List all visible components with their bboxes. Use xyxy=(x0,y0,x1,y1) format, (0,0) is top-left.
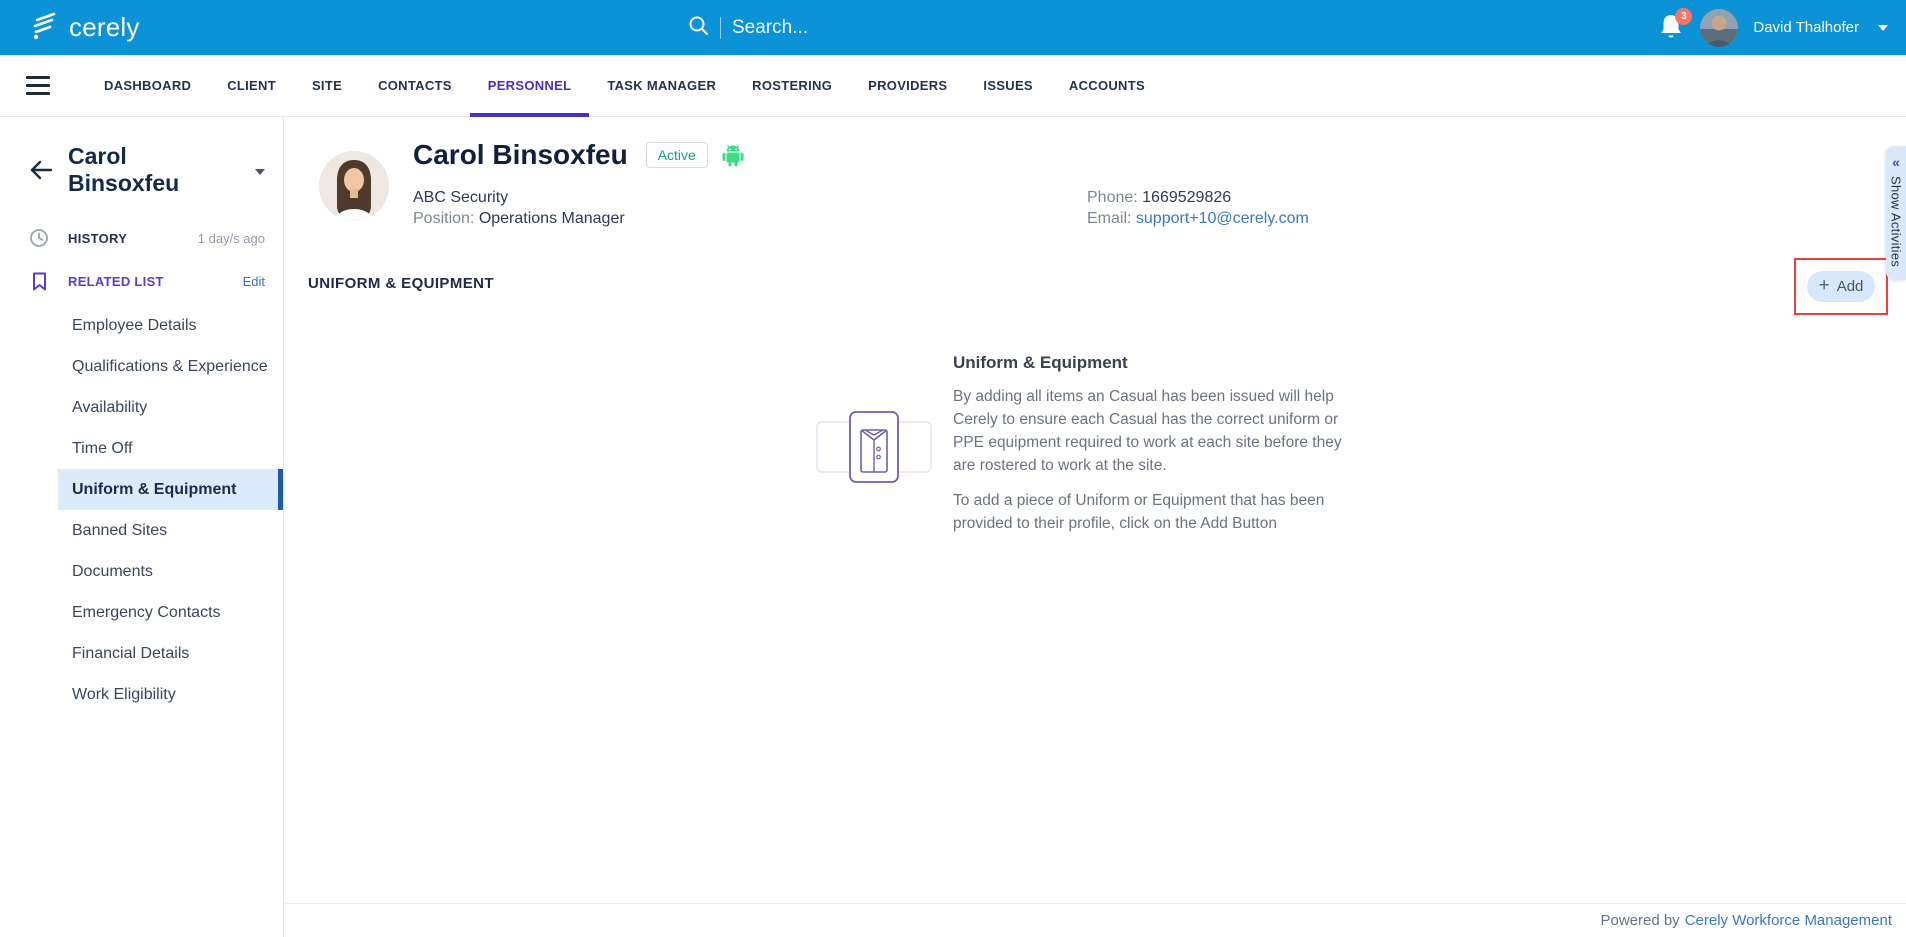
empty-state-title: Uniform & Equipment xyxy=(953,353,1128,372)
person-switch-caret-icon[interactable] xyxy=(255,168,265,175)
search-icon xyxy=(688,15,709,41)
tab-client[interactable]: CLIENT xyxy=(209,55,294,116)
profile-name-row: Carol Binsoxfeu Active xyxy=(413,139,744,171)
sidebar-item-employee-details[interactable]: Employee Details xyxy=(0,305,283,346)
email-link[interactable]: support+10@cerely.com xyxy=(1136,210,1309,227)
empty-state: Uniform & Equipment By adding all items … xyxy=(953,353,1353,535)
bookmark-icon xyxy=(28,272,50,291)
hamburger-menu-icon[interactable] xyxy=(26,55,50,116)
user-avatar[interactable] xyxy=(1700,8,1739,47)
user-menu-caret-icon[interactable] xyxy=(1878,24,1888,31)
notification-count-badge: 3 xyxy=(1675,7,1693,25)
history-label: HISTORY xyxy=(68,230,128,246)
sidebar-item-work-eligibility[interactable]: Work Eligibility xyxy=(0,674,283,715)
sidebar-item-documents[interactable]: Documents xyxy=(0,551,283,592)
tab-dashboard[interactable]: DASHBOARD xyxy=(86,55,209,116)
tab-issues[interactable]: ISSUES xyxy=(965,55,1050,116)
position-label: Position: xyxy=(413,210,479,227)
show-activities-label: Show Activities xyxy=(1888,176,1904,268)
status-badge: Active xyxy=(645,142,708,168)
related-list-items: Employee Details Qualifications & Experi… xyxy=(0,305,283,715)
collapse-chevrons-icon: « xyxy=(1892,154,1900,170)
tab-personnel[interactable]: PERSONNEL xyxy=(469,55,590,117)
search-divider xyxy=(720,16,721,39)
sidebar-item-banned-sites[interactable]: Banned Sites xyxy=(0,510,283,551)
phone-value: 1669529826 xyxy=(1142,189,1232,206)
main-nav: DASHBOARD CLIENT SITE CONTACTS PERSONNEL… xyxy=(0,55,1906,117)
sidebar-header: Carol Binsoxfeu xyxy=(28,143,265,197)
plus-icon: + xyxy=(1818,275,1830,296)
position-value: Operations Manager xyxy=(478,210,625,227)
related-list-row: RELATED LIST Edit xyxy=(28,272,265,291)
section-title: UNIFORM & EQUIPMENT xyxy=(308,275,494,292)
sidebar-item-availability[interactable]: Availability xyxy=(0,387,283,428)
brand-logo[interactable]: cerely xyxy=(30,10,140,45)
brand-name: cerely xyxy=(69,12,140,42)
history-row[interactable]: HISTORY 1 day/s ago xyxy=(28,228,265,248)
global-search xyxy=(688,0,1032,55)
footer: Powered by Cerely Workforce Management xyxy=(284,903,1906,937)
sidebar-item-qualifications-experience[interactable]: Qualifications & Experience xyxy=(0,346,283,387)
annotation-highlight-box: + Add xyxy=(1794,258,1888,315)
search-input[interactable] xyxy=(732,16,1032,39)
notifications-bell[interactable]: 3 xyxy=(1659,7,1693,45)
sidebar-item-emergency-contacts[interactable]: Emergency Contacts xyxy=(0,592,283,633)
empty-state-paragraph-1: By adding all items an Casual has been i… xyxy=(953,388,1342,474)
sidebar-item-financial-details[interactable]: Financial Details xyxy=(0,633,283,674)
tab-rostering[interactable]: ROSTERING xyxy=(734,55,850,116)
profile-company: ABC Security xyxy=(413,189,509,206)
related-list-label: RELATED LIST xyxy=(68,274,164,289)
uniform-shirt-icon xyxy=(812,409,936,490)
empty-state-paragraph-2: To add a piece of Uniform or Equipment t… xyxy=(953,492,1325,532)
app-header: cerely 3 xyxy=(0,0,1906,55)
sidebar: Carol Binsoxfeu HISTORY 1 day/s ago RELA… xyxy=(0,117,284,937)
tab-accounts[interactable]: ACCOUNTS xyxy=(1051,55,1163,116)
profile-position: Position: Operations Manager xyxy=(413,210,625,228)
tab-providers[interactable]: PROVIDERS xyxy=(850,55,965,116)
add-button-label: Add xyxy=(1836,278,1864,295)
sidebar-item-uniform-equipment[interactable]: Uniform & Equipment xyxy=(58,469,283,510)
back-arrow-icon[interactable] xyxy=(28,158,54,182)
tab-contacts[interactable]: CONTACTS xyxy=(360,55,470,116)
workspace: Carol Binsoxfeu HISTORY 1 day/s ago RELA… xyxy=(0,117,1906,937)
profile-name: Carol Binsoxfeu xyxy=(413,139,628,170)
user-name[interactable]: David Thalhofer xyxy=(1753,19,1859,36)
sidebar-person-name: Carol Binsoxfeu xyxy=(68,143,180,196)
nav-tabs: DASHBOARD CLIENT SITE CONTACTS PERSONNEL… xyxy=(86,55,1163,117)
tab-site[interactable]: SITE xyxy=(294,55,360,116)
header-right-cluster: 3 David Thalhofer xyxy=(1659,0,1888,55)
add-button[interactable]: + Add xyxy=(1807,271,1875,302)
cerely-logo-icon xyxy=(30,10,60,45)
sidebar-item-time-off[interactable]: Time Off xyxy=(0,428,283,469)
profile-phone: Phone: 1669529826 xyxy=(1087,189,1231,207)
bell-icon xyxy=(1659,14,1683,45)
history-clock-icon xyxy=(28,228,50,248)
profile-photo xyxy=(319,151,389,221)
profile-email: Email: support+10@cerely.com xyxy=(1087,210,1309,228)
powered-by-text: Powered by xyxy=(1600,912,1680,929)
history-timestamp: 1 day/s ago xyxy=(197,230,265,246)
related-list-edit-link[interactable]: Edit xyxy=(243,274,265,289)
main-content: Carol Binsoxfeu Active ABC Security Posi… xyxy=(284,117,1906,937)
tab-task-manager[interactable]: TASK MANAGER xyxy=(589,55,734,116)
show-activities-tab[interactable]: « Show Activities xyxy=(1886,146,1906,281)
android-icon xyxy=(722,143,744,167)
footer-brand-link[interactable]: Cerely Workforce Management xyxy=(1685,912,1892,929)
phone-label: Phone: xyxy=(1087,189,1143,206)
email-label: Email: xyxy=(1087,210,1136,227)
